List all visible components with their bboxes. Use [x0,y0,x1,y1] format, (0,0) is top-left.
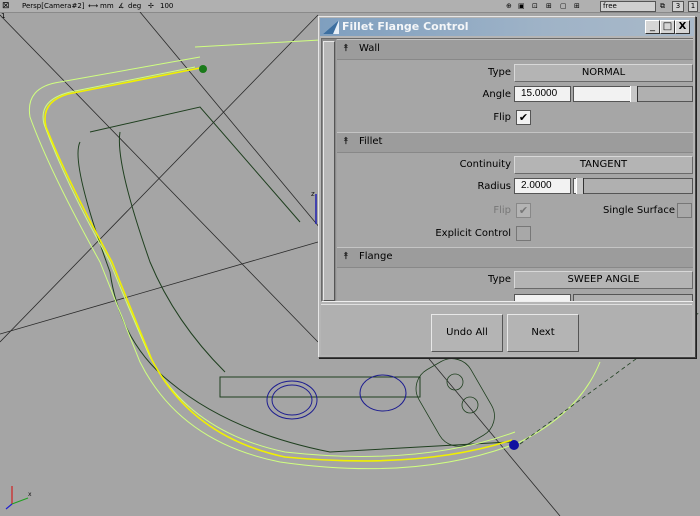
angle-units-label: deg [128,2,142,10]
undo-all-button[interactable]: Undo All [431,314,503,352]
button-circle-2 [359,374,407,412]
wall-type-label: Type [488,67,511,78]
lock-icon[interactable]: ⊕ [506,0,512,12]
model-outline-inner [118,131,226,373]
explicit-control-checkbox[interactable] [516,226,531,241]
badge-field[interactable]: 1 [688,1,698,12]
collapse-arrow-icon[interactable]: ⯭ [343,136,349,147]
button-circle-inner [271,384,313,416]
flange-type-label: Type [488,274,511,285]
minimize-button[interactable]: _ [645,20,660,34]
dialog-button-bar: Undo All Next [321,304,692,355]
continuity-button[interactable]: TANGENT [514,156,693,174]
slider-knob[interactable] [630,86,638,102]
wall-type-button[interactable]: NORMAL [514,64,693,82]
view-icon-3[interactable]: ⊞ [546,0,552,12]
radius-label: Radius [477,181,511,192]
dialog-title: Fillet Flange Control [342,20,469,33]
grid-line [0,241,319,335]
close-button[interactable]: X [675,20,690,34]
wall-flip-label: Flip [493,112,511,123]
view-icon-4[interactable]: ▢ [560,0,567,12]
slot-circle [461,396,479,414]
count-field[interactable]: 3 [672,1,684,12]
options-pane: ⯭ Wall Type NORMAL Angle Flip ✔ ⯭ Fillet… [321,38,693,302]
angle-units-icon: ∡ [118,2,125,10]
view-icon-5[interactable]: ⊞ [574,0,580,12]
fillet-flip-checkbox[interactable]: ✔ [516,203,531,218]
collapse-arrow-icon[interactable]: ⯭ [343,251,349,262]
section-flange-header[interactable]: ⯭ Flange [337,247,693,268]
fillet-flange-dialog: Fillet Flange Control _ □ X ⯭ Wall Type … [318,16,696,358]
svg-text:x: x [28,491,32,498]
wall-angle-field[interactable] [514,86,571,102]
dialog-titlebar[interactable]: Fillet Flange Control _ □ X [320,18,694,36]
slot-circle [446,373,464,391]
radius-slider[interactable] [573,178,693,194]
vertical-scrollbar[interactable] [322,39,336,301]
section-fillet-header[interactable]: ⯭ Fillet [337,132,693,153]
continuity-label: Continuity [459,159,511,170]
explicit-control-label: Explicit Control [435,228,511,239]
fillet-flip-label: Flip [493,205,511,216]
model-rect [219,376,421,398]
single-surface-label: Single Surface [602,205,675,216]
wall-flip-checkbox[interactable]: ✔ [516,110,531,125]
button-circle [266,380,318,420]
zoom-icon: ✢ [148,2,154,10]
linear-units-label: mm [100,2,114,10]
start-handle[interactable] [199,65,207,73]
world-axes-icon: x [5,486,32,510]
slider-knob[interactable] [576,178,584,194]
scrollbar-thumb[interactable] [323,41,335,301]
flange-angle-field-partial[interactable] [514,294,571,301]
view-icon-2[interactable]: ⊡ [532,0,538,12]
close-viewport-icon[interactable]: ⊠ [2,0,10,12]
wall-angle-label: Angle [482,89,511,100]
next-button[interactable]: Next [507,314,579,352]
section-wall-header[interactable]: ⯭ Wall [337,39,693,60]
camera-label[interactable]: Persp[Camera#2] [22,0,85,12]
mode-dropdown[interactable]: free [600,1,656,12]
app-logo-icon [323,20,339,34]
wall-angle-slider[interactable] [573,86,693,102]
radius-field[interactable] [514,178,571,194]
maximize-button[interactable]: □ [660,20,675,34]
collapse-arrow-icon[interactable]: ⯭ [343,43,349,54]
flange-angle-slider-partial[interactable] [573,294,693,301]
flange-type-button[interactable]: SWEEP ANGLE [514,271,693,289]
slot-shape [415,358,495,447]
options-content: ⯭ Wall Type NORMAL Angle Flip ✔ ⯭ Fillet… [337,39,693,301]
section-wall-label: Wall [359,43,380,54]
section-fillet-label: Fillet [359,136,383,147]
view-icon-1[interactable]: ▣ [518,0,525,12]
linear-units-icon: ⟷ [88,2,99,10]
end-handle[interactable] [509,440,519,450]
axis-z-label: z [311,190,315,198]
section-flange-label: Flange [359,251,393,262]
surface-edge-3 [194,39,321,48]
single-surface-checkbox[interactable] [677,203,692,218]
layout-icon[interactable]: ⧉ [660,0,665,12]
zoom-label: 100 [160,2,174,10]
